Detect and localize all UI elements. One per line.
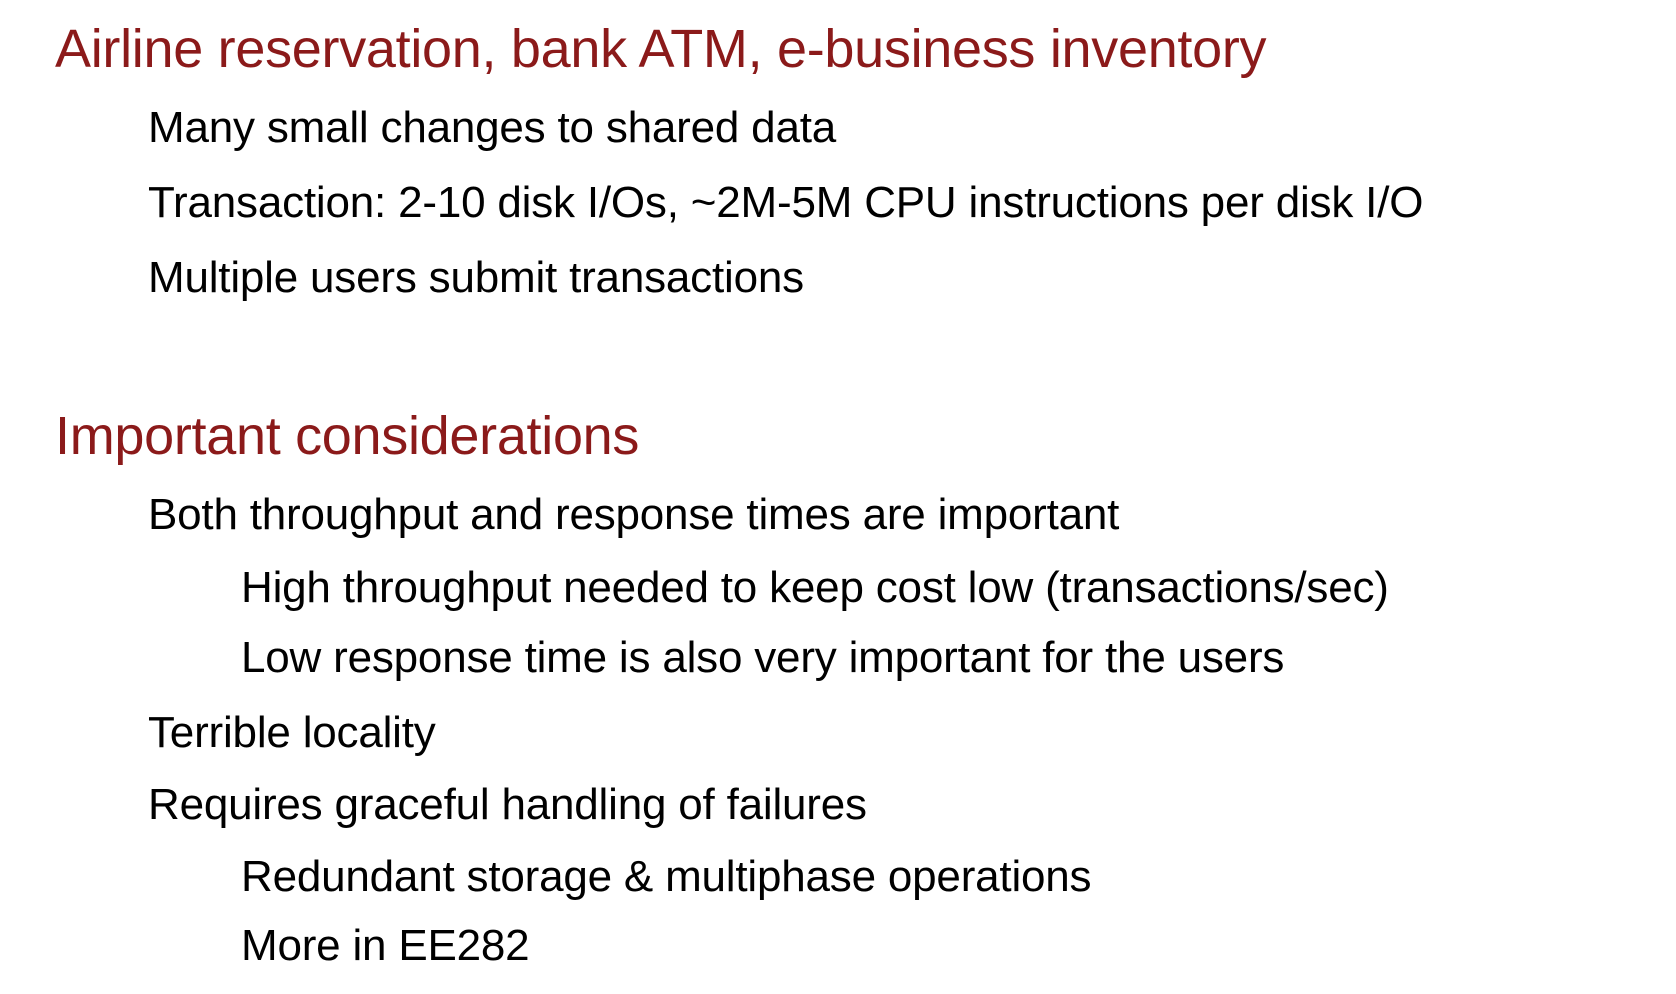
sub-bullet-more-in-ee282: More in EE282 — [241, 921, 530, 970]
slide: Airline reservation, bank ATM, e-busines… — [0, 0, 1676, 994]
sub-bullet-redundant-storage: Redundant storage & multiphase operation… — [241, 852, 1092, 901]
bullet-failure-handling: Requires graceful handling of failures — [148, 780, 867, 829]
bullet-shared-data-changes: Many small changes to shared data — [148, 103, 837, 152]
bullet-transaction-profile: Transaction: 2-10 disk I/Os, ~2M-5M CPU … — [148, 178, 1424, 227]
sub-bullet-low-response-time: Low response time is also very important… — [241, 633, 1285, 682]
bullet-throughput-response: Both throughput and response times are i… — [148, 490, 1120, 539]
sub-bullet-high-throughput: High throughput needed to keep cost low … — [241, 563, 1389, 612]
bullet-multiple-users: Multiple users submit transactions — [148, 253, 804, 302]
bullet-terrible-locality: Terrible locality — [148, 708, 436, 757]
section-heading-considerations: Important considerations — [55, 406, 640, 466]
section-heading-applications: Airline reservation, bank ATM, e-busines… — [55, 19, 1267, 79]
